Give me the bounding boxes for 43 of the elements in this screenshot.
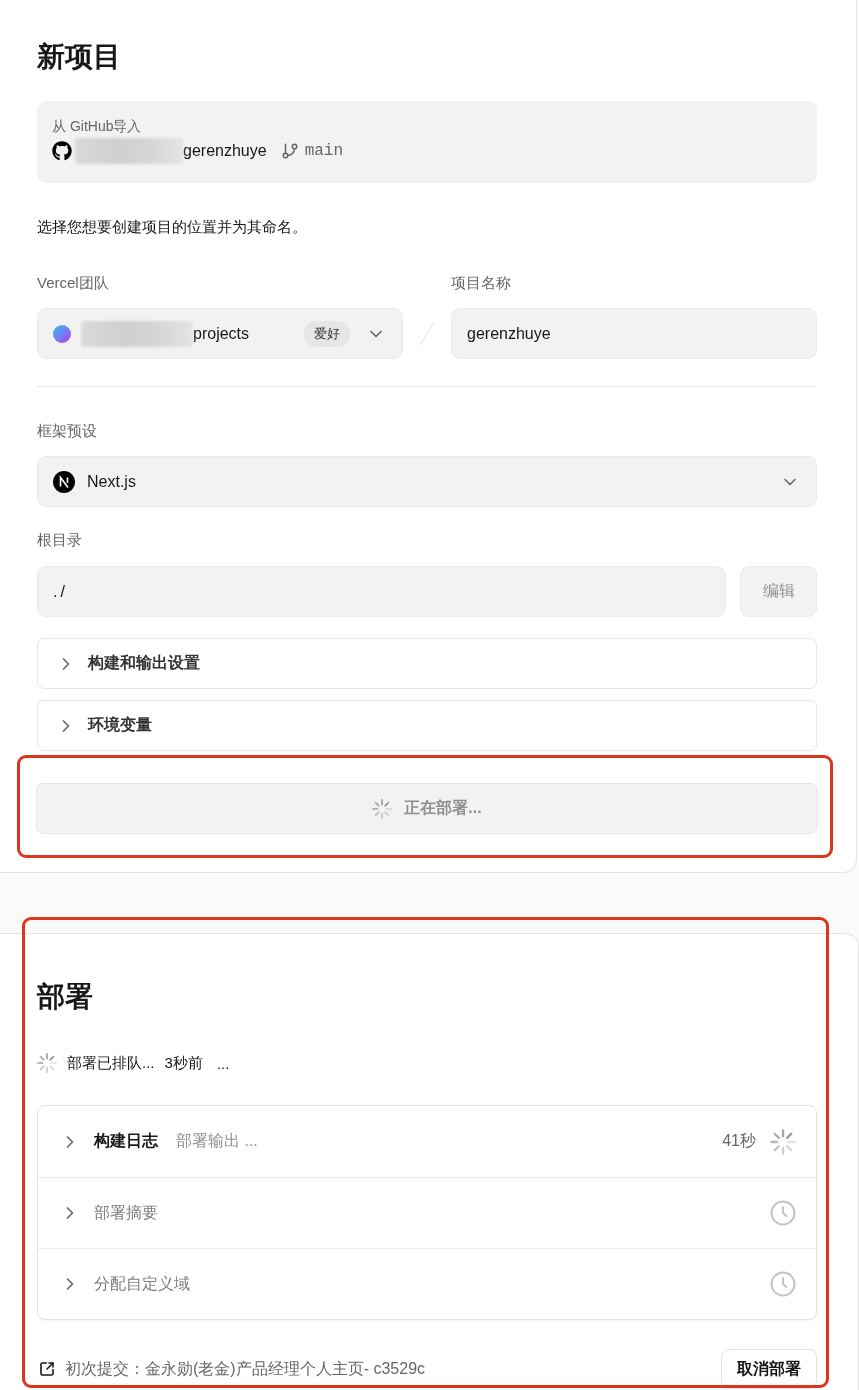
field-label: Vercel团队 [37, 273, 110, 293]
step-title: 分配自定义域 [94, 1273, 190, 1294]
step-row[interactable]: 分配自定义域 [38, 1248, 816, 1319]
status-time: 3秒前 [164, 1053, 203, 1073]
field-label: 项目名称 [451, 273, 512, 293]
external-link-icon[interactable] [39, 1361, 55, 1377]
project-name-field[interactable]: gerenzhuye [451, 308, 817, 359]
clock-icon [770, 1200, 796, 1226]
commit-text: 初次提交：金永勋(老金)产品经理个人主页- c3529c [65, 1358, 427, 1379]
github-icon [52, 141, 72, 161]
repo-name: gerenzhuye [183, 142, 267, 160]
plan-badge: 爱好 [304, 320, 350, 347]
branch-name: main [304, 142, 344, 160]
step-title: 部署摘要 [94, 1202, 158, 1223]
step-detail: 部署输出 ... [176, 1131, 259, 1151]
section-title: 部署 [37, 980, 94, 1014]
section-label: 构建和输出设置 [88, 653, 200, 673]
import-label: 从 GitHub导入 [52, 117, 143, 136]
settings-section[interactable]: 构建和输出设置 [37, 638, 817, 689]
root-directory-field[interactable]: ./ [37, 566, 726, 617]
section-label: 环境变量 [88, 715, 152, 735]
team-select[interactable]: projects 爱好 [37, 308, 403, 359]
step-duration: 41秒 [722, 1131, 756, 1151]
clock-icon [770, 1271, 796, 1297]
page-title: 新项目 [37, 40, 122, 74]
field-label: 框架预设 [37, 421, 98, 441]
status-text: 部署已排队... [67, 1053, 155, 1073]
branch-icon [280, 142, 299, 160]
framework-select[interactable]: Next.js [37, 456, 817, 507]
field-label: 根目录 [37, 530, 83, 550]
step-title: 构建日志 [94, 1131, 158, 1151]
spinner-icon [770, 1128, 796, 1155]
status-more: ... [216, 1054, 230, 1072]
description-text: 选择您想要创建项目的位置并为其命名。 [37, 217, 308, 237]
n-logo-icon [53, 470, 75, 493]
framework-name: Next.js [87, 472, 137, 491]
team-name: projects [193, 324, 251, 343]
avatar-icon [53, 324, 71, 343]
settings-section[interactable]: 环境变量 [37, 700, 817, 751]
step-row[interactable]: 构建日志 部署输出 ... 41秒 [38, 1106, 816, 1177]
cancel-deploy-button[interactable]: 取消部署 [721, 1349, 817, 1389]
step-row[interactable]: 部署摘要 [38, 1177, 816, 1248]
slash-divider [419, 321, 435, 346]
